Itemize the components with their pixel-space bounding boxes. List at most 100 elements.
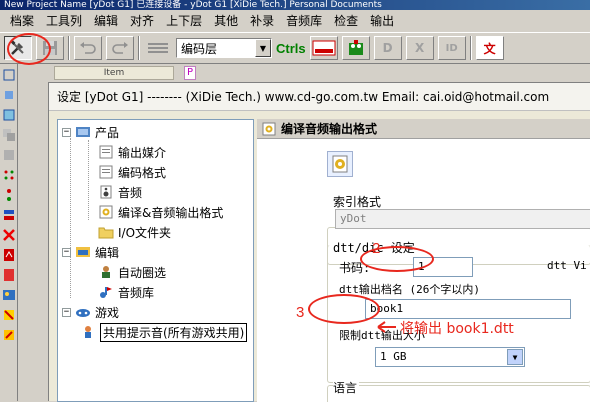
settings-gear-icon: [327, 151, 353, 177]
user-select-icon: [102, 266, 110, 278]
tree-node-encode-format[interactable]: 编码格式: [98, 162, 166, 182]
annotation-text: 将输出 book1.dtt: [400, 321, 514, 337]
tree-label: 输出媒介: [118, 145, 167, 160]
x-button-label: X: [414, 41, 425, 55]
redo-button[interactable]: [106, 36, 134, 60]
tree-node-auto-circle[interactable]: 自动圈选: [98, 262, 166, 282]
node-tool-icon[interactable]: [1, 87, 17, 103]
menu-output[interactable]: 输出: [364, 11, 400, 31]
select-tool-icon[interactable]: [1, 67, 17, 83]
menu-supplement[interactable]: 补录: [244, 11, 280, 31]
chevron-down-icon[interactable]: ▼: [255, 39, 271, 57]
image-tool-icon[interactable]: [1, 287, 17, 303]
tree-label-selected: 共用提示音(所有游戏共用): [100, 322, 248, 342]
window-title: New Project Name [yDot G1] 已连接设备 - yDot …: [4, 0, 382, 10]
menu-bar: 档案 工具列 编辑 对齐 上下层 其他 补录 音频库 检查 输出: [0, 10, 590, 32]
chevron-down-icon[interactable]: ▼: [507, 349, 523, 365]
layer-select[interactable]: 编码层 ▼: [176, 38, 272, 58]
product-icon: [76, 127, 90, 137]
d-button[interactable]: D: [373, 36, 402, 60]
document-header: Item P: [18, 64, 590, 82]
dialog-title-bar: 设定 [yDot G1] -------- (XiDie Tech.) www.…: [49, 83, 590, 111]
page-tab[interactable]: P: [184, 66, 196, 80]
layer-select-value: 编码层: [181, 41, 218, 56]
menu-file[interactable]: 档案: [4, 11, 40, 31]
gear-document-icon: [262, 122, 276, 135]
annotation-number-2: 2: [372, 240, 381, 257]
collapse-icon[interactable]: −: [62, 247, 71, 257]
ctrls-label[interactable]: Ctrls: [276, 41, 306, 56]
annotation-number-3: 3: [296, 304, 305, 321]
tree-node-shared-sound[interactable]: 共用提示音(所有游戏共用): [80, 322, 248, 342]
grid-tool-icon[interactable]: [1, 167, 17, 183]
layer-list-button[interactable]: [144, 36, 172, 60]
copy-tool-icon[interactable]: [1, 127, 17, 143]
tree-line: [88, 140, 89, 220]
collapse-icon[interactable]: −: [62, 127, 71, 137]
dot-code-button[interactable]: [341, 36, 370, 60]
tree-node-audio[interactable]: 音频: [98, 182, 142, 202]
tree-label: 编译&音频输出格式: [118, 205, 224, 220]
menu-toolbar[interactable]: 工具列: [40, 11, 88, 31]
toolbar-separator: [469, 36, 472, 60]
tree-label: 编辑: [95, 245, 120, 260]
item-column-header[interactable]: Item: [54, 66, 174, 80]
redo-icon: [112, 42, 128, 54]
magic-tool-icon[interactable]: [1, 307, 17, 323]
settings-tree: − 产品 输出媒介 编码格式 音频 编译&音频输出格式 I/O文件夹 − 编辑: [57, 119, 254, 402]
binary-icon: [312, 40, 336, 56]
menu-layer-order[interactable]: 上下层: [160, 11, 208, 31]
speaker-icon: [100, 185, 112, 199]
gear-document-icon: [99, 205, 113, 219]
id-button-label: ID: [445, 42, 458, 54]
binary-button[interactable]: [309, 36, 338, 60]
rect-tool-icon[interactable]: [1, 107, 17, 123]
undo-button[interactable]: [74, 36, 102, 60]
tree-node-edit[interactable]: − 编辑: [62, 242, 119, 262]
tree-node-game[interactable]: − 游戏: [62, 302, 119, 322]
menu-check[interactable]: 检查: [328, 11, 364, 31]
pdf-tool-icon[interactable]: [1, 247, 17, 263]
x-button[interactable]: X: [405, 36, 434, 60]
delete-tool-icon[interactable]: [1, 227, 17, 243]
tree-node-io-folder[interactable]: I/O文件夹: [98, 222, 171, 242]
panel-title: 编译音频输出格式: [281, 122, 378, 136]
tree-label: 产品: [95, 125, 120, 140]
tree-label: 自动圈选: [118, 265, 167, 280]
text-button[interactable]: 文: [475, 36, 504, 60]
pdf-export-icon[interactable]: [1, 267, 17, 283]
tree-node-output-media[interactable]: 输出媒介: [98, 142, 166, 162]
folder-icon: [98, 227, 114, 239]
panel-header: 编译音频输出格式: [257, 119, 590, 139]
dtt-version-label: dtt Vi: [547, 259, 587, 272]
index-format-field[interactable]: yDot: [335, 209, 590, 229]
tree-line: [70, 138, 71, 298]
main-toolbar: 编码层 ▼ Ctrls D X ID 文: [0, 32, 590, 64]
layers-tool-icon[interactable]: [1, 207, 17, 223]
paste-tool-icon[interactable]: [1, 147, 17, 163]
tree-node-product[interactable]: − 产品: [62, 122, 119, 142]
tree-label: 音频: [118, 185, 143, 200]
dot-code-icon: [348, 40, 363, 55]
dialog-title: 设定 [yDot G1] -------- (XiDie Tech.) www.…: [57, 90, 550, 104]
game-icon: [76, 309, 90, 317]
collapse-icon[interactable]: −: [62, 307, 71, 317]
output-name-input[interactable]: book1: [365, 299, 571, 319]
menu-align[interactable]: 对齐: [124, 11, 160, 31]
annotation-circle-3: [308, 294, 380, 324]
tree-node-audio-library[interactable]: 音频库: [98, 282, 154, 302]
document-icon: [99, 145, 113, 159]
dots-tool-icon[interactable]: [1, 187, 17, 203]
tree-node-compile-format[interactable]: 编译&音频输出格式: [98, 202, 223, 222]
id-button[interactable]: ID: [437, 36, 466, 60]
annotation-arrow-icon: [377, 321, 396, 333]
left-vertical-toolbar: [0, 64, 18, 401]
menu-edit[interactable]: 编辑: [88, 11, 124, 31]
menu-other[interactable]: 其他: [208, 11, 244, 31]
toolbar-separator: [138, 36, 140, 60]
menu-audio-library[interactable]: 音频库: [280, 11, 328, 31]
export-tool-icon[interactable]: [1, 327, 17, 343]
language-label: 语言: [333, 379, 360, 396]
music-library-icon: [100, 287, 112, 298]
limit-size-select[interactable]: 1 GB ▼: [375, 347, 525, 367]
